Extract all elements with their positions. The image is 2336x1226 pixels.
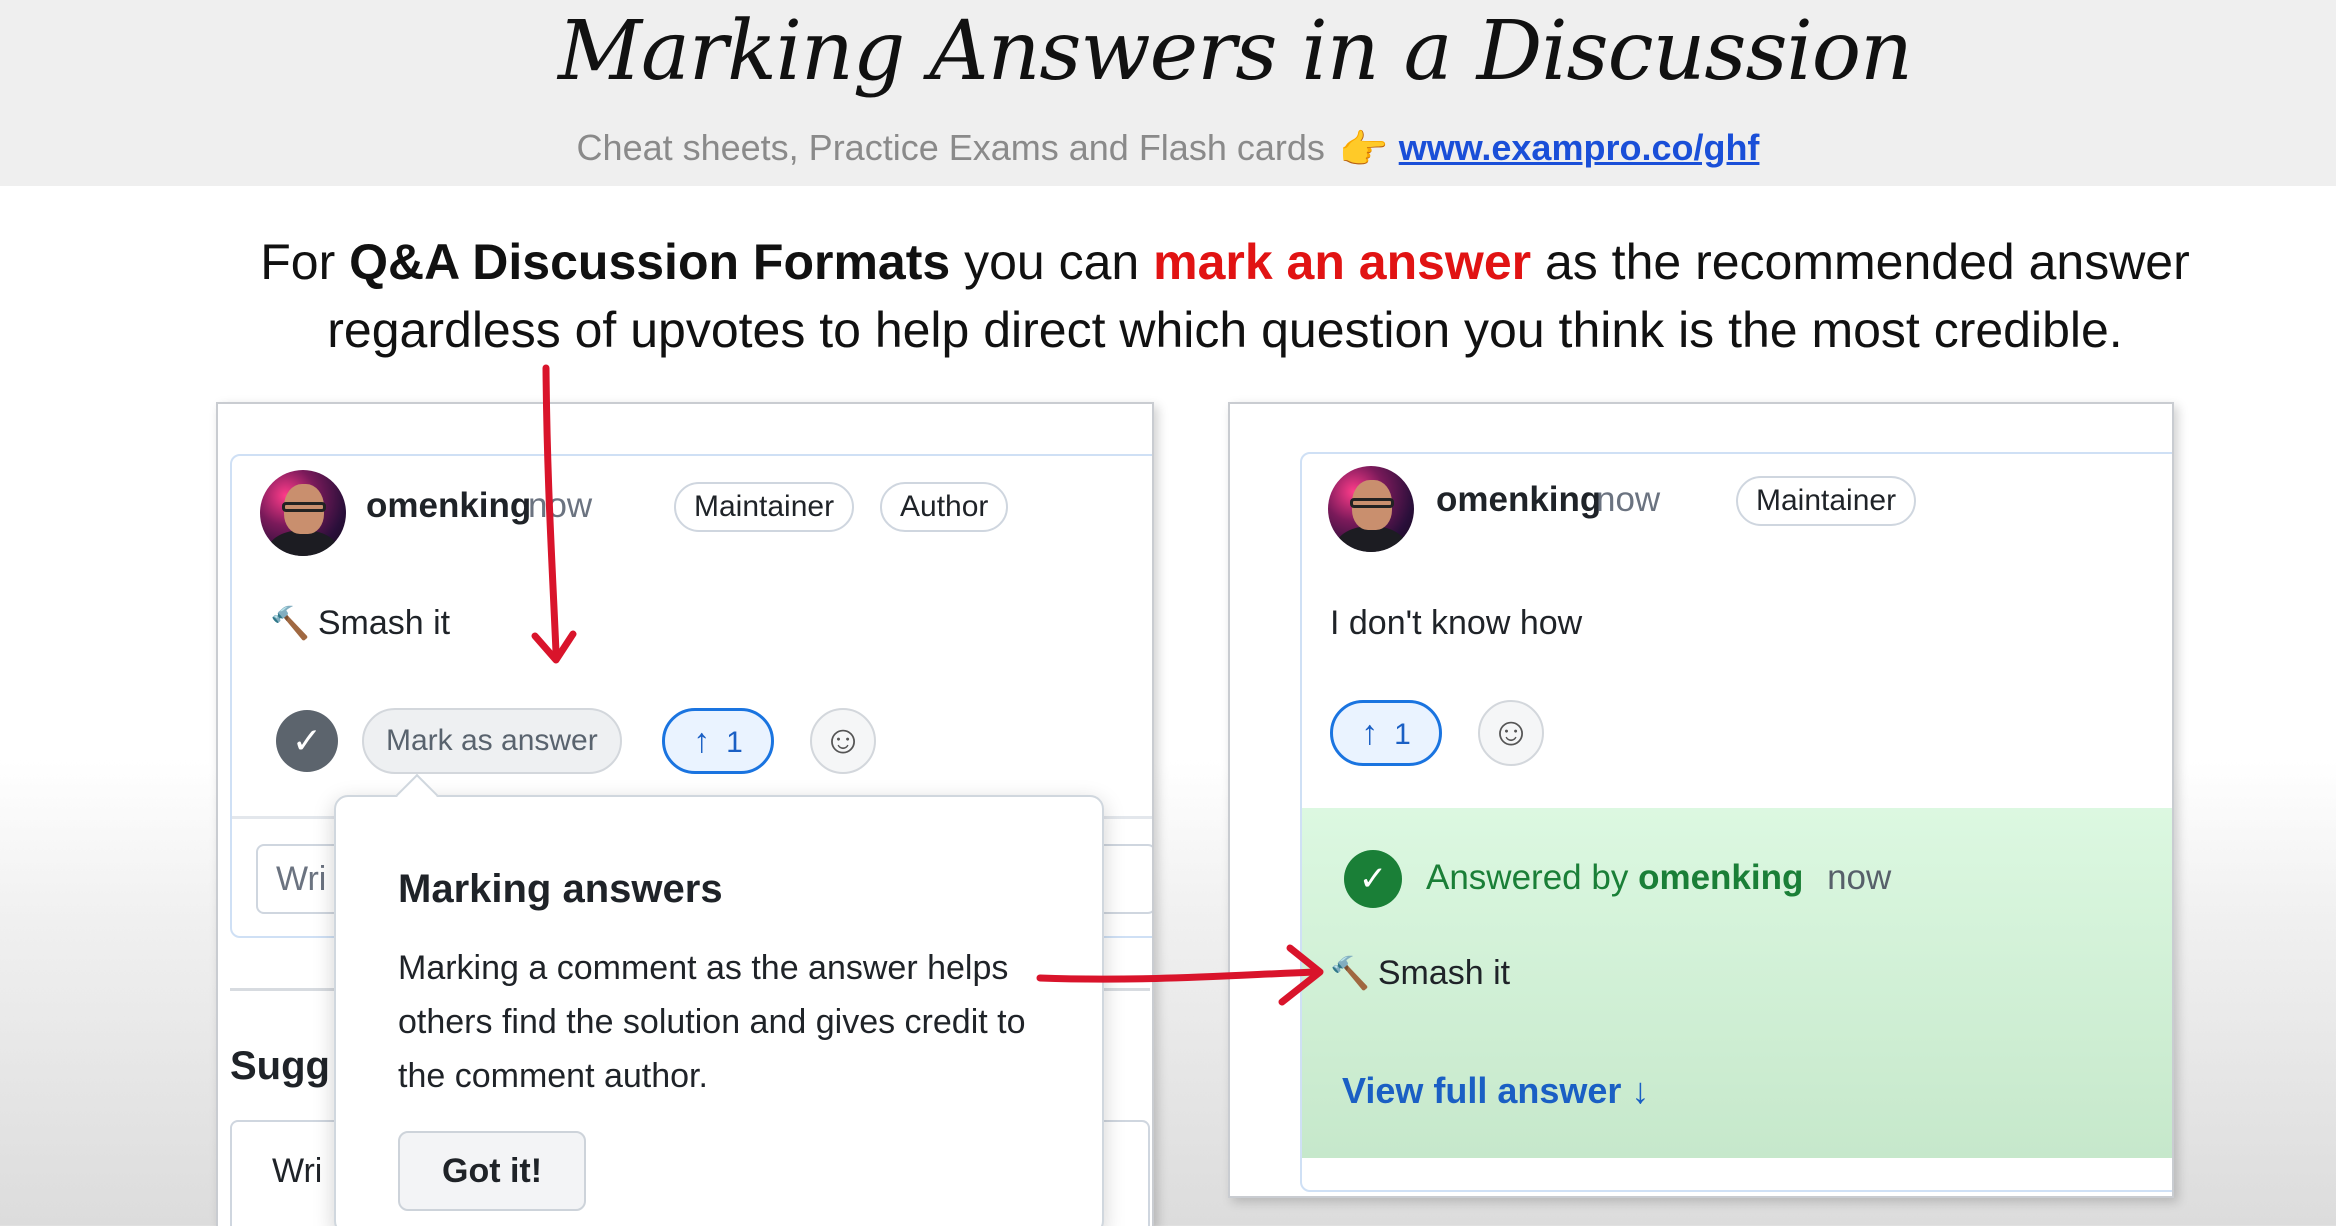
arrow-up-icon: ↑ (693, 722, 711, 760)
avatar[interactable] (1328, 466, 1414, 552)
upvote-button[interactable]: ↑ 1 (662, 708, 774, 774)
got-it-button[interactable]: Got it! (398, 1131, 587, 1211)
suggestion-input[interactable]: Wri (272, 1152, 322, 1191)
subtitle-text: Cheat sheets, Practice Exams and Flash c… (576, 127, 1325, 168)
slide-description: For Q&A Discussion Formats you can mark … (260, 234, 2190, 358)
maintainer-badge: Maintainer (1736, 476, 1917, 526)
answer-body: 🔨 Smash it (1330, 954, 1511, 992)
mark-answer-emphasis: mark an answer (1153, 234, 1532, 290)
check-circle-icon: ✓ (1344, 850, 1402, 908)
avatar[interactable] (260, 470, 346, 556)
slide-title: Marking Answers in a Discussion (558, 4, 1913, 99)
qa-format-emphasis: Q&A Discussion Formats (349, 234, 951, 290)
upvote-button[interactable]: ↑ 1 (1330, 700, 1442, 766)
comment-username[interactable]: omenking (366, 486, 531, 526)
right-screenshot-panel: omenking now Maintainer I don't know how… (1228, 402, 2174, 1198)
author-badge: Author (880, 482, 1009, 532)
discussion-body: I don't know how (1330, 604, 1583, 642)
comment-body: 🔨 Smash it (270, 604, 451, 642)
arrow-up-icon: ↑ (1361, 714, 1379, 752)
discussion-username[interactable]: omenking (1436, 480, 1601, 520)
suggested-section-label: Sugg (230, 1044, 330, 1088)
upvote-count: 1 (1394, 718, 1411, 751)
marking-answers-popover: Marking answers Marking a comment as the… (334, 773, 1104, 1226)
accepted-answer-box: ✓ Answered by omenking now 🔨 Smash it Vie… (1302, 808, 2172, 1158)
popover-body: Marking a comment as the answer helps ot… (398, 949, 1026, 1095)
hammer-icon: 🔨 (270, 605, 310, 641)
pointing-hand-icon: 👉 (1338, 128, 1389, 172)
smiley-icon[interactable]: ☺ (810, 708, 876, 774)
comment-timestamp[interactable]: now (528, 486, 592, 526)
answered-discussion: omenking now Maintainer I don't know how… (1300, 452, 2172, 1192)
smiley-icon[interactable]: ☺ (1478, 700, 1544, 766)
answered-by-user[interactable]: omenking (1638, 858, 1803, 897)
exampro-link[interactable]: www.exampro.co/ghf (1399, 127, 1760, 168)
view-full-answer-link[interactable]: View full answer ↓ (1342, 1070, 1649, 1112)
slide-subtitle: Cheat sheets, Practice Exams and Flash c… (0, 126, 2336, 173)
upvote-count: 1 (726, 726, 743, 759)
answered-by-label: Answered by omenking now (1426, 858, 1892, 897)
discussion-timestamp[interactable]: now (1596, 480, 1660, 520)
popover-title: Marking answers (398, 867, 723, 911)
mark-as-answer-button[interactable]: Mark as answer (362, 708, 622, 774)
check-icon[interactable]: ✓ (276, 710, 338, 772)
maintainer-badge: Maintainer (674, 482, 855, 532)
answered-time: now (1827, 858, 1892, 897)
hammer-icon: 🔨 (1330, 955, 1370, 991)
